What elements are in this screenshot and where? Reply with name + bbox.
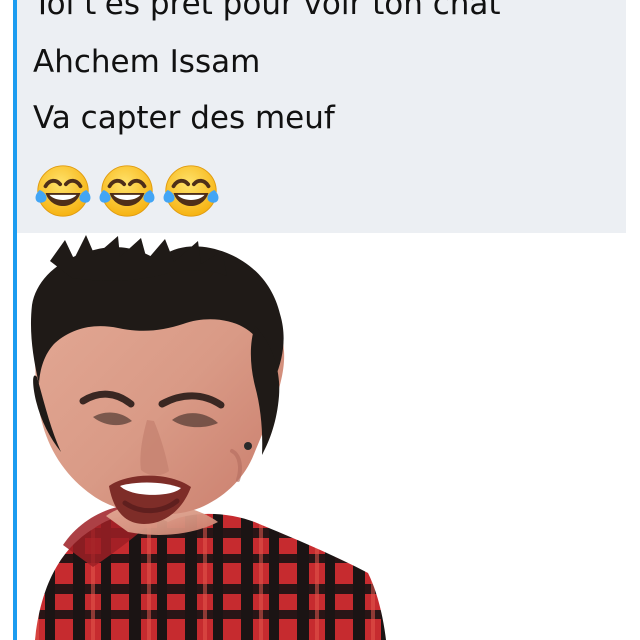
emoji-row xyxy=(32,160,222,222)
face-with-tears-of-joy-icon xyxy=(163,165,219,217)
chat-screen: Toi t'es prêt pour voir ton chat Ahchem … xyxy=(0,0,640,640)
message-text-block: Toi t'es prêt pour voir ton chat Ahchem … xyxy=(17,0,626,233)
crying-man-photo[interactable] xyxy=(17,233,640,640)
attached-image-area[interactable] xyxy=(17,233,640,640)
message-line-1: Toi t'es prêt pour voir ton chat xyxy=(33,0,501,22)
message-line-3: Va capter des meuf xyxy=(33,100,335,136)
face-with-tears-of-joy-icon xyxy=(35,165,91,217)
message-line-2: Ahchem Issam xyxy=(33,44,261,80)
face-with-tears-of-joy-icon xyxy=(99,165,155,217)
